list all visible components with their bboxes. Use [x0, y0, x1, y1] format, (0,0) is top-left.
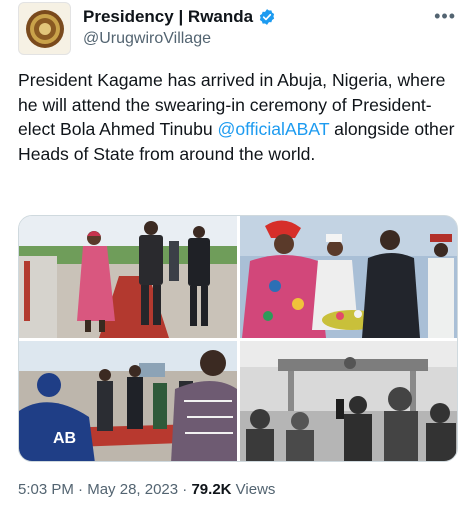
views-label: Views [235, 481, 276, 498]
more-options-icon[interactable]: ••• [434, 6, 456, 27]
account-name[interactable]: Presidency | Rwanda [83, 7, 253, 27]
svg-text:AB: AB [53, 430, 76, 447]
meta-separator: · [182, 481, 188, 498]
rwanda-seal-icon [25, 9, 64, 48]
tweet-date[interactable]: May 28, 2023 [87, 481, 178, 498]
tweet-meta: 5:03 PM · May 28, 2023 · 79.2K Views [18, 481, 275, 498]
tweet-text: President Kagame has arrived in Abuja, N… [18, 68, 458, 166]
meta-separator: · [78, 481, 84, 498]
arrival-walk-photo[interactable] [19, 216, 237, 338]
mention-link[interactable]: @officialABAT [218, 119, 330, 139]
views-count[interactable]: 79.2K [191, 481, 231, 498]
account-handle[interactable]: @UrugwiroVillage [83, 30, 211, 48]
guard-of-honour-photo[interactable] [240, 341, 457, 461]
verified-badge-icon [259, 9, 275, 25]
airport-crowd-photo[interactable]: AB [19, 341, 237, 461]
tweet-time[interactable]: 5:03 PM [18, 481, 74, 498]
greeting-photo[interactable] [240, 216, 457, 338]
account-name-row[interactable]: Presidency | Rwanda [83, 7, 276, 27]
avatar[interactable] [18, 2, 71, 55]
media-grid: AB [18, 215, 458, 462]
